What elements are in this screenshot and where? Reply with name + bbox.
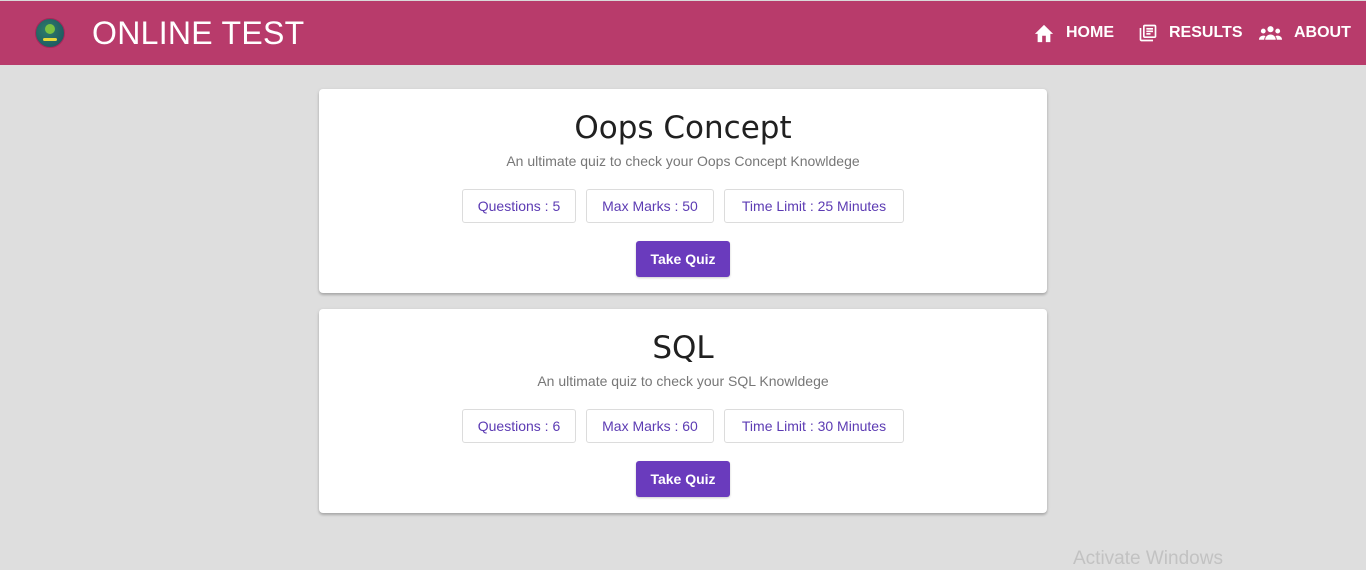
- nav-results-link[interactable]: RESULTS: [1138, 21, 1242, 45]
- max-marks-chip: Max Marks : 50: [586, 189, 714, 223]
- take-quiz-button[interactable]: Take Quiz: [636, 241, 730, 277]
- take-quiz-button[interactable]: Take Quiz: [636, 461, 730, 497]
- app-title: ONLINE TEST: [92, 15, 305, 51]
- nav-home-link[interactable]: HOME: [1033, 21, 1114, 45]
- top-app-bar: ONLINE TEST HOME RESULTS ABOUT: [0, 0, 1366, 65]
- nav-home-label: HOME: [1066, 24, 1114, 41]
- time-limit-chip: Time Limit : 25 Minutes: [724, 189, 904, 223]
- quiz-title: SQL: [652, 330, 714, 366]
- activate-windows-watermark: Activate Windows: [1073, 548, 1223, 569]
- nav-about-link[interactable]: ABOUT: [1258, 21, 1351, 45]
- nav-about-label: ABOUT: [1294, 24, 1351, 41]
- quiz-description: An ultimate quiz to check your Oops Conc…: [506, 153, 860, 169]
- quiz-card: Oops Concept An ultimate quiz to check y…: [319, 89, 1047, 293]
- home-icon: [1034, 24, 1054, 43]
- people-icon: [1258, 26, 1283, 40]
- quiz-title: Oops Concept: [574, 110, 792, 146]
- questions-chip: Questions : 5: [462, 189, 576, 223]
- max-marks-chip: Max Marks : 60: [586, 409, 714, 443]
- quiz-description: An ultimate quiz to check your SQL Knowl…: [537, 373, 829, 389]
- library-books-icon: [1139, 24, 1157, 42]
- nav-results-label: RESULTS: [1169, 24, 1243, 41]
- questions-chip: Questions : 6: [462, 409, 576, 443]
- quiz-logo-icon: [35, 18, 65, 48]
- time-limit-chip: Time Limit : 30 Minutes: [724, 409, 904, 443]
- quiz-card: SQL An ultimate quiz to check your SQL K…: [319, 309, 1047, 513]
